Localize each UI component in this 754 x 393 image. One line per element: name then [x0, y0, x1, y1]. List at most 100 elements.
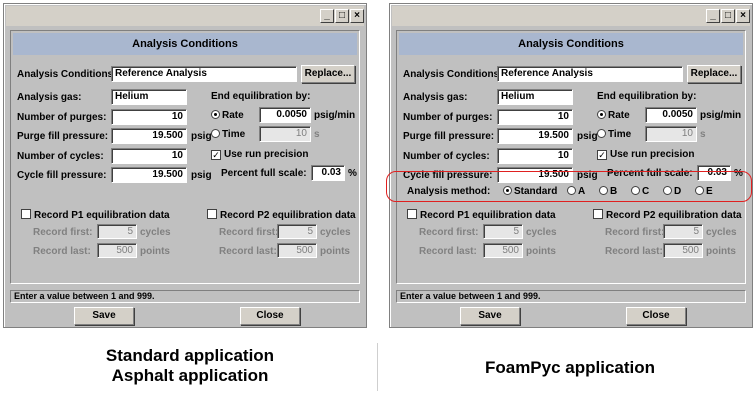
use-run-precision-label: Use run precision: [224, 149, 309, 160]
rate-field[interactable]: 0.0050: [645, 107, 697, 123]
time-field[interactable]: 10: [259, 126, 311, 142]
close-button[interactable]: Close: [240, 307, 300, 325]
record-p1-label: Record P1 equilibration data: [34, 210, 170, 221]
record-p2-checkbox[interactable]: Record P2 equilibration data: [593, 209, 742, 221]
purges-field[interactable]: 10: [497, 109, 573, 125]
left-caption: Standard application Asphalt application: [40, 346, 340, 386]
analysis-conditions-label: Analysis Conditions: [17, 69, 114, 80]
percent-full-scale-label: Percent full scale:: [221, 168, 307, 179]
purges-field[interactable]: 10: [111, 109, 187, 125]
close-window-button[interactable]: ×: [350, 9, 364, 23]
check-icon[interactable]: ✓: [597, 150, 607, 160]
purge-psig-unit: psig: [577, 131, 598, 142]
p2-record-last-label: Record last:: [219, 246, 277, 257]
cycles-label: Number of cycles:: [403, 151, 490, 162]
percent-unit: %: [348, 168, 357, 179]
record-p2-label: Record P2 equilibration data: [606, 210, 742, 221]
cycle-fill-field[interactable]: 19.500: [111, 167, 187, 183]
checkbox-box[interactable]: [593, 209, 603, 219]
p2-cycles-unit: cycles: [706, 227, 737, 238]
purge-psig-unit: psig: [191, 131, 212, 142]
p2-record-first-field[interactable]: 5: [663, 224, 703, 239]
caption-divider: [377, 343, 378, 391]
minimize-button[interactable]: _: [320, 9, 334, 23]
replace-button[interactable]: Replace...: [687, 65, 741, 83]
time-unit: s: [314, 129, 320, 140]
checkbox-box[interactable]: [207, 209, 217, 219]
analysis-gas-label: Analysis gas:: [17, 92, 82, 103]
rate-label: Rate: [222, 110, 244, 121]
purge-fill-label: Purge fill pressure:: [403, 131, 495, 142]
caption-asphalt: Asphalt application: [111, 366, 269, 385]
analysis-gas-field[interactable]: Helium: [497, 89, 573, 105]
record-p1-checkbox[interactable]: Record P1 equilibration data: [407, 209, 556, 221]
time-radio[interactable]: Time: [597, 129, 631, 140]
p1-record-last-field[interactable]: 500: [483, 243, 523, 258]
time-label: Time: [608, 129, 632, 140]
check-icon[interactable]: ✓: [211, 150, 221, 160]
p2-record-last-label: Record last:: [605, 246, 663, 257]
purge-fill-field[interactable]: 19.500: [111, 128, 187, 144]
foampyc-dialog-window: _ □ × Analysis Conditions Analysis Condi…: [389, 3, 753, 328]
time-field[interactable]: 10: [645, 126, 697, 142]
rate-radio[interactable]: Rate: [211, 110, 244, 121]
close-window-button[interactable]: ×: [736, 9, 750, 23]
cycles-field[interactable]: 10: [497, 148, 573, 164]
checkbox-box[interactable]: [407, 209, 417, 219]
rate-radio[interactable]: Rate: [597, 110, 630, 121]
analysis-conditions-field[interactable]: Reference Analysis: [111, 66, 297, 82]
percent-full-scale-field[interactable]: 0.03: [311, 165, 345, 181]
purge-fill-label: Purge fill pressure:: [17, 131, 109, 142]
caption-standard: Standard application: [105, 346, 275, 365]
analysis-conditions-field[interactable]: Reference Analysis: [497, 66, 683, 82]
end-equilibration-label: End equilibration by:: [211, 91, 311, 102]
panel-header: Analysis Conditions: [13, 33, 357, 55]
rate-radio-dot[interactable]: [597, 110, 606, 119]
record-p1-label: Record P1 equilibration data: [420, 210, 556, 221]
record-p2-checkbox[interactable]: Record P2 equilibration data: [207, 209, 356, 221]
purges-label: Number of purges:: [17, 112, 107, 123]
minimize-button[interactable]: _: [706, 9, 720, 23]
time-radio-dot[interactable]: [211, 129, 220, 138]
cycles-label: Number of cycles:: [17, 151, 104, 162]
p2-record-last-field[interactable]: 500: [663, 243, 703, 258]
analysis-gas-label: Analysis gas:: [403, 92, 468, 103]
standard-dialog-window: _ □ × Analysis Conditions Analysis Condi…: [3, 3, 367, 328]
checkbox-box[interactable]: [21, 209, 31, 219]
maximize-button[interactable]: □: [335, 9, 349, 23]
record-p1-checkbox[interactable]: Record P1 equilibration data: [21, 209, 170, 221]
p2-points-unit: points: [706, 246, 736, 257]
p2-record-first-field[interactable]: 5: [277, 224, 317, 239]
use-run-precision-checkbox[interactable]: ✓ Use run precision: [211, 149, 308, 160]
p1-record-first-field[interactable]: 5: [97, 224, 137, 239]
p1-record-last-label: Record last:: [33, 246, 91, 257]
time-unit: s: [700, 129, 706, 140]
rate-label: Rate: [608, 110, 630, 121]
maximize-button[interactable]: □: [721, 9, 735, 23]
caption-foampyc: FoamPyc application: [484, 358, 656, 377]
rate-field[interactable]: 0.0050: [259, 107, 311, 123]
rate-unit: psig/min: [700, 110, 742, 121]
time-radio-dot[interactable]: [597, 129, 606, 138]
p2-record-last-field[interactable]: 500: [277, 243, 317, 258]
panel-header: Analysis Conditions: [399, 33, 743, 55]
save-button[interactable]: Save: [74, 307, 134, 325]
p1-record-last-field[interactable]: 500: [97, 243, 137, 258]
title-bar: _ □ ×: [392, 6, 750, 26]
analysis-gas-field[interactable]: Helium: [111, 89, 187, 105]
close-button[interactable]: Close: [626, 307, 686, 325]
time-radio[interactable]: Time: [211, 129, 245, 140]
purge-fill-field[interactable]: 19.500: [497, 128, 573, 144]
save-button[interactable]: Save: [460, 307, 520, 325]
cycles-field[interactable]: 10: [111, 148, 187, 164]
cycle-psig-unit: psig: [191, 170, 212, 181]
rate-radio-dot[interactable]: [211, 110, 220, 119]
purges-label: Number of purges:: [403, 112, 493, 123]
use-run-precision-checkbox[interactable]: ✓ Use run precision: [597, 149, 694, 160]
analysis-conditions-label: Analysis Conditions: [403, 69, 500, 80]
status-bar: Enter a value between 1 and 999.: [396, 290, 746, 303]
p2-record-first-label: Record first:: [219, 227, 279, 238]
p1-record-first-field[interactable]: 5: [483, 224, 523, 239]
replace-button[interactable]: Replace...: [301, 65, 355, 83]
p1-points-unit: points: [526, 246, 556, 257]
